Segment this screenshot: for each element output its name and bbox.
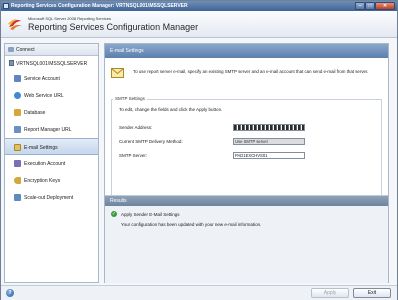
sidebar-item-label: Web Service URL <box>24 93 64 99</box>
smtp-instructions: To edit, change the fields and click the… <box>119 107 223 112</box>
smtp-server-field[interactable]: PAD1EXCHVS01 <box>233 152 305 159</box>
sidebar-item-label: E-mail Settings <box>24 145 58 151</box>
sidebar-item-report-manager-url[interactable]: Report Manager URL <box>5 121 98 138</box>
sidebar-item-email-settings[interactable]: E-mail Settings <box>5 138 98 155</box>
smtp-server-label: SMTP Server: <box>119 153 148 158</box>
main-panel: E-mail Settings To use report server e-m… <box>104 43 389 283</box>
smtp-delivery-method-label: Current SMTP Delivery Method: <box>119 139 183 144</box>
scale-out-icon <box>14 194 21 201</box>
window-title: Reporting Services Configuration Manager… <box>11 3 188 9</box>
app-icon <box>3 3 9 9</box>
execution-account-icon <box>14 160 21 167</box>
apply-button[interactable]: Apply <box>311 288 349 298</box>
sidebar-item-execution-account[interactable]: Execution Account <box>5 155 98 172</box>
connect-icon <box>8 47 14 52</box>
sender-address-field[interactable] <box>233 124 305 131</box>
smtp-group-label: SMTP Settings <box>113 96 147 101</box>
globe-icon <box>14 92 21 99</box>
sidebar-item-label: Execution Account <box>24 161 66 167</box>
sql-server-logo-icon <box>8 19 22 30</box>
sidebar-item-scale-out-deployment[interactable]: Scale-out Deployment <box>5 189 98 206</box>
results-task: Apply Sender E-Mail Settings <box>121 212 180 217</box>
sidebar-item-web-service-url[interactable]: Web Service URL <box>5 87 98 104</box>
sidebar-item-database[interactable]: Database <box>5 104 98 121</box>
maximize-button[interactable]: □ <box>365 2 375 10</box>
success-check-icon: ✓ <box>111 211 117 217</box>
sidebar-item-label: Encryption Keys <box>24 178 61 184</box>
results-panel: Results ✓ Apply Sender E-Mail Settings Y… <box>105 195 388 283</box>
key-icon <box>14 177 21 184</box>
results-header: Results <box>105 196 388 206</box>
close-button[interactable]: ✕ <box>375 2 395 10</box>
database-icon <box>14 109 21 116</box>
main-window: Reporting Services Configuration Manager… <box>0 0 398 300</box>
server-name: VRTNSQL001\MSSQLSERVER <box>16 61 88 67</box>
email-envelope-icon <box>111 68 124 78</box>
sidebar-item-label: Scale-out Deployment <box>24 195 74 201</box>
connect-label: Connect <box>16 47 35 53</box>
minimize-button[interactable]: – <box>355 2 365 10</box>
sidebar-item-label: Database <box>24 110 46 116</box>
title-bar: Reporting Services Configuration Manager… <box>1 1 397 11</box>
sender-address-label: Sender Address: <box>119 125 153 130</box>
main-header: E-mail Settings <box>105 44 388 58</box>
report-manager-icon <box>14 126 21 133</box>
sidebar-item-encryption-keys[interactable]: Encryption Keys <box>5 172 98 189</box>
sidebar: Connect VRTNSQL001\MSSQLSERVER Service A… <box>4 43 99 283</box>
sidebar-item-service-account[interactable]: Service Account <box>5 70 98 87</box>
email-icon <box>14 144 21 151</box>
sidebar-item-label: Service Account <box>24 76 60 82</box>
service-account-icon <box>14 75 21 82</box>
header-subtitle: Microsoft SQL Server 2008 Reporting Serv… <box>28 16 111 21</box>
help-icon[interactable]: ? <box>6 289 14 297</box>
header-title: Reporting Services Configuration Manager <box>28 22 199 32</box>
app-header: Microsoft SQL Server 2008 Reporting Serv… <box>1 11 397 38</box>
sidebar-item-label: Report Manager URL <box>24 127 72 133</box>
results-message: Your configuration has been updated with… <box>121 222 262 227</box>
sidebar-nav: Service Account Web Service URL Database… <box>5 70 98 206</box>
footer-bar: ? Apply Exit <box>1 285 397 300</box>
intro-text: To use report server e-mail, specify an … <box>133 69 369 74</box>
server-icon <box>9 60 14 66</box>
smtp-delivery-method-field: Use SMTP server <box>233 138 305 145</box>
exit-button[interactable]: Exit <box>353 288 391 298</box>
connect-button[interactable]: Connect <box>5 44 98 56</box>
